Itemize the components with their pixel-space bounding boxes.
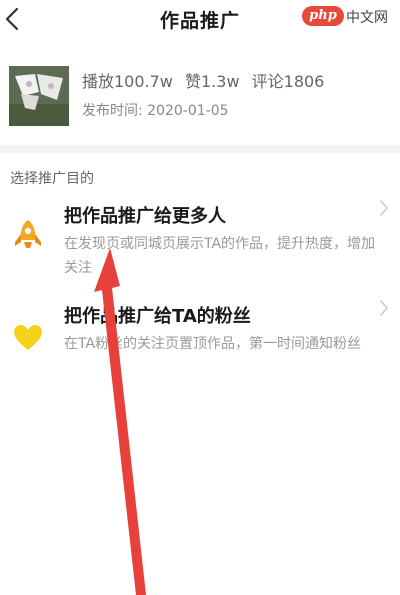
option-description: 在发现页或同城页展示TA的作品，提升热度，增加关注 — [64, 236, 376, 276]
like-count: 赞1.3w — [185, 72, 240, 91]
play-count: 播放100.7w — [82, 72, 173, 91]
comment-count: 评论1806 — [251, 72, 325, 91]
watermark-text: 中文网 — [346, 10, 388, 26]
watermark: php 中文网 — [302, 4, 394, 28]
video-card: 播放100.7w 赞1.3w 评论1806 发布时间: 2020-01-05 — [0, 54, 400, 134]
publish-time: 发布时间: 2020-01-05 — [82, 103, 229, 119]
header: 作品推广 php 中文网 — [0, 0, 400, 36]
video-stats: 播放100.7w 赞1.3w 评论1806 — [82, 68, 331, 92]
rocket-icon — [12, 218, 44, 250]
option-title: 把作品推广给TA的粉丝 — [64, 306, 251, 327]
watermark-logo: php — [302, 6, 344, 26]
section-divider — [0, 145, 400, 153]
option-promote-to-fans[interactable]: 把作品推广给TA的粉丝 在TA粉丝的关注页置顶作品，第一时间通知粉丝 — [0, 298, 400, 388]
heart-icon — [12, 322, 44, 354]
thumbnail-image — [9, 66, 69, 126]
section-label: 选择推广目的 — [10, 171, 94, 187]
option-title: 把作品推广给更多人 — [64, 206, 226, 227]
video-thumbnail[interactable] — [9, 66, 69, 126]
option-description: 在TA粉丝的关注页置顶作品，第一时间通知粉丝 — [64, 336, 362, 352]
option-promote-more-people[interactable]: 把作品推广给更多人 在发现页或同城页展示TA的作品，提升热度，增加关注 — [0, 198, 400, 288]
chevron-right-icon — [378, 298, 390, 318]
chevron-right-icon — [378, 198, 390, 218]
